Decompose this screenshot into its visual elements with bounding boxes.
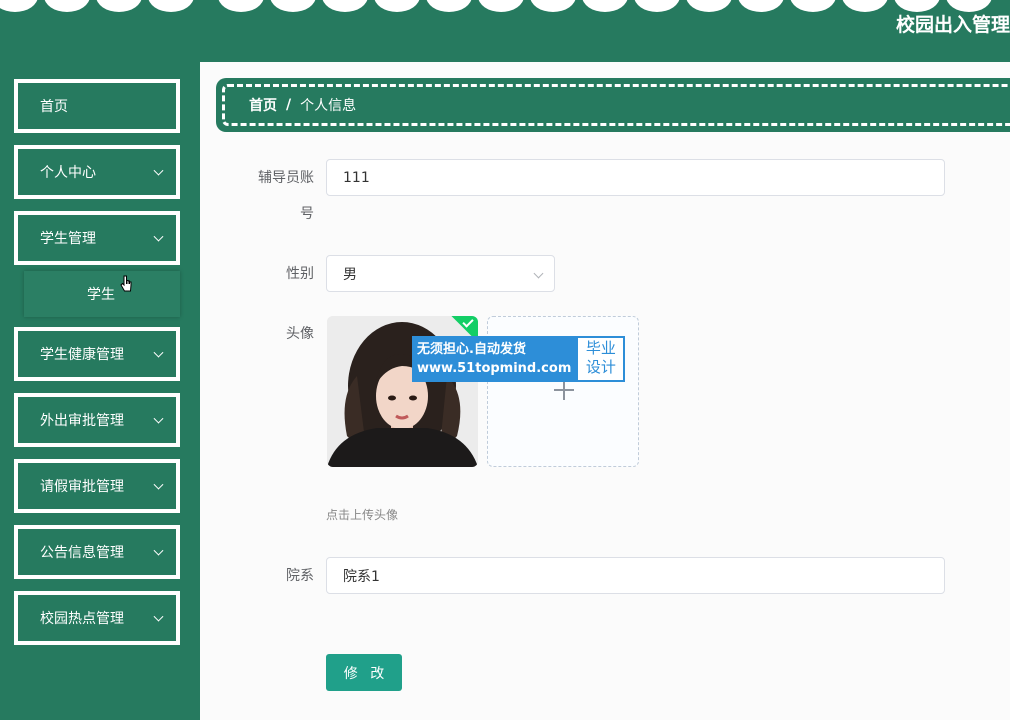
department-label: 院系 bbox=[286, 568, 314, 584]
upload-hint: 点击上传头像 bbox=[326, 508, 399, 522]
chevron-down-icon bbox=[153, 231, 164, 242]
chevron-down-icon bbox=[153, 545, 164, 556]
header-scallop bbox=[530, 0, 576, 12]
department-input[interactable]: 院系1 bbox=[326, 557, 945, 594]
hand-cursor-icon bbox=[120, 275, 132, 292]
watermark-line2: www.51topmind.com bbox=[417, 361, 572, 376]
watermark-badge: 毕业 设计 bbox=[576, 336, 626, 382]
watermark-badge-line2: 设计 bbox=[585, 358, 616, 376]
breadcrumb-current: 个人信息 bbox=[300, 98, 357, 114]
breadcrumb-separator: / bbox=[286, 97, 292, 113]
sidebar-item-label: 个人中心 bbox=[40, 165, 96, 181]
header-scallop bbox=[686, 0, 732, 12]
gender-label: 性别 bbox=[286, 266, 314, 282]
top-header: 校园出入管理 bbox=[0, 0, 1010, 62]
chevron-down-icon bbox=[153, 165, 164, 176]
header-scallop bbox=[322, 0, 368, 12]
chevron-down-icon bbox=[153, 347, 164, 358]
header-scallop bbox=[374, 0, 420, 12]
header-scallop bbox=[842, 0, 888, 12]
header-scallop bbox=[0, 0, 38, 12]
watermark-line1: 无须担心.自动发货 bbox=[417, 342, 526, 357]
sidebar-item-student-health[interactable]: 学生健康管理 bbox=[14, 327, 180, 381]
header-scallop bbox=[582, 0, 628, 12]
header-scallop bbox=[790, 0, 836, 12]
watermark-badge-line1: 毕业 bbox=[585, 339, 616, 357]
modify-button[interactable]: 修 改 bbox=[326, 654, 402, 691]
account-input[interactable]: 111 bbox=[326, 159, 945, 196]
account-label-line1: 辅导员账 bbox=[258, 170, 314, 186]
gender-select[interactable]: 男 bbox=[326, 255, 555, 292]
header-scallop bbox=[634, 0, 680, 12]
watermark-overlay: 无须担心.自动发货 www.51topmind.com 毕业 设计 bbox=[412, 336, 626, 382]
chevron-down-icon bbox=[153, 413, 164, 424]
account-label-line2: 号 bbox=[300, 206, 314, 222]
header-scallop bbox=[270, 0, 316, 12]
avatar-label: 头像 bbox=[286, 326, 314, 342]
header-scallop bbox=[218, 0, 264, 12]
header-scallop bbox=[148, 0, 194, 12]
chevron-down-icon bbox=[533, 268, 544, 279]
app-title: 校园出入管理 bbox=[895, 14, 1010, 36]
sidebar-item-label: 学生健康管理 bbox=[40, 347, 124, 363]
sidebar-subitem-label: 学生 bbox=[87, 287, 115, 303]
sidebar-item-outing-approval[interactable]: 外出审批管理 bbox=[14, 393, 180, 447]
account-value: 111 bbox=[343, 169, 370, 186]
sidebar-subitem-student[interactable]: 学生 bbox=[24, 271, 180, 317]
sidebar-item-label: 请假审批管理 bbox=[40, 479, 124, 495]
sidebar-item-label: 公告信息管理 bbox=[40, 545, 124, 561]
account-label: 辅导员账 bbox=[254, 168, 314, 188]
header-scallop bbox=[44, 0, 90, 12]
header-scallop bbox=[96, 0, 142, 12]
sidebar-item-label: 校园热点管理 bbox=[40, 611, 124, 627]
chevron-down-icon bbox=[153, 611, 164, 622]
sidebar-item-personal-center[interactable]: 个人中心 bbox=[14, 145, 180, 199]
breadcrumb-frame: 首页 / 个人信息 bbox=[222, 84, 1010, 126]
breadcrumb: 首页 / 个人信息 bbox=[216, 78, 1010, 132]
header-scallop bbox=[738, 0, 784, 12]
plus-icon-vertical bbox=[563, 380, 565, 400]
gender-value: 男 bbox=[343, 266, 357, 283]
header-scallop bbox=[426, 0, 472, 12]
sidebar-item-label: 学生管理 bbox=[40, 231, 96, 247]
header-scallop bbox=[478, 0, 524, 12]
chevron-down-icon bbox=[153, 479, 164, 490]
sidebar-item-student-management[interactable]: 学生管理 bbox=[14, 211, 180, 265]
sidebar-item-label: 首页 bbox=[40, 99, 68, 115]
breadcrumb-home-link[interactable]: 首页 bbox=[249, 95, 277, 115]
watermark-text: 无须担心.自动发货 www.51topmind.com bbox=[412, 336, 577, 382]
sidebar-item-leave-approval[interactable]: 请假审批管理 bbox=[14, 459, 180, 513]
sidebar-item-home[interactable]: 首页 bbox=[14, 79, 180, 133]
sidebar-item-label: 外出审批管理 bbox=[40, 413, 124, 429]
sidebar-item-campus-hotspots[interactable]: 校园热点管理 bbox=[14, 591, 180, 645]
department-value: 院系1 bbox=[343, 568, 380, 585]
sidebar-item-announcements[interactable]: 公告信息管理 bbox=[14, 525, 180, 579]
